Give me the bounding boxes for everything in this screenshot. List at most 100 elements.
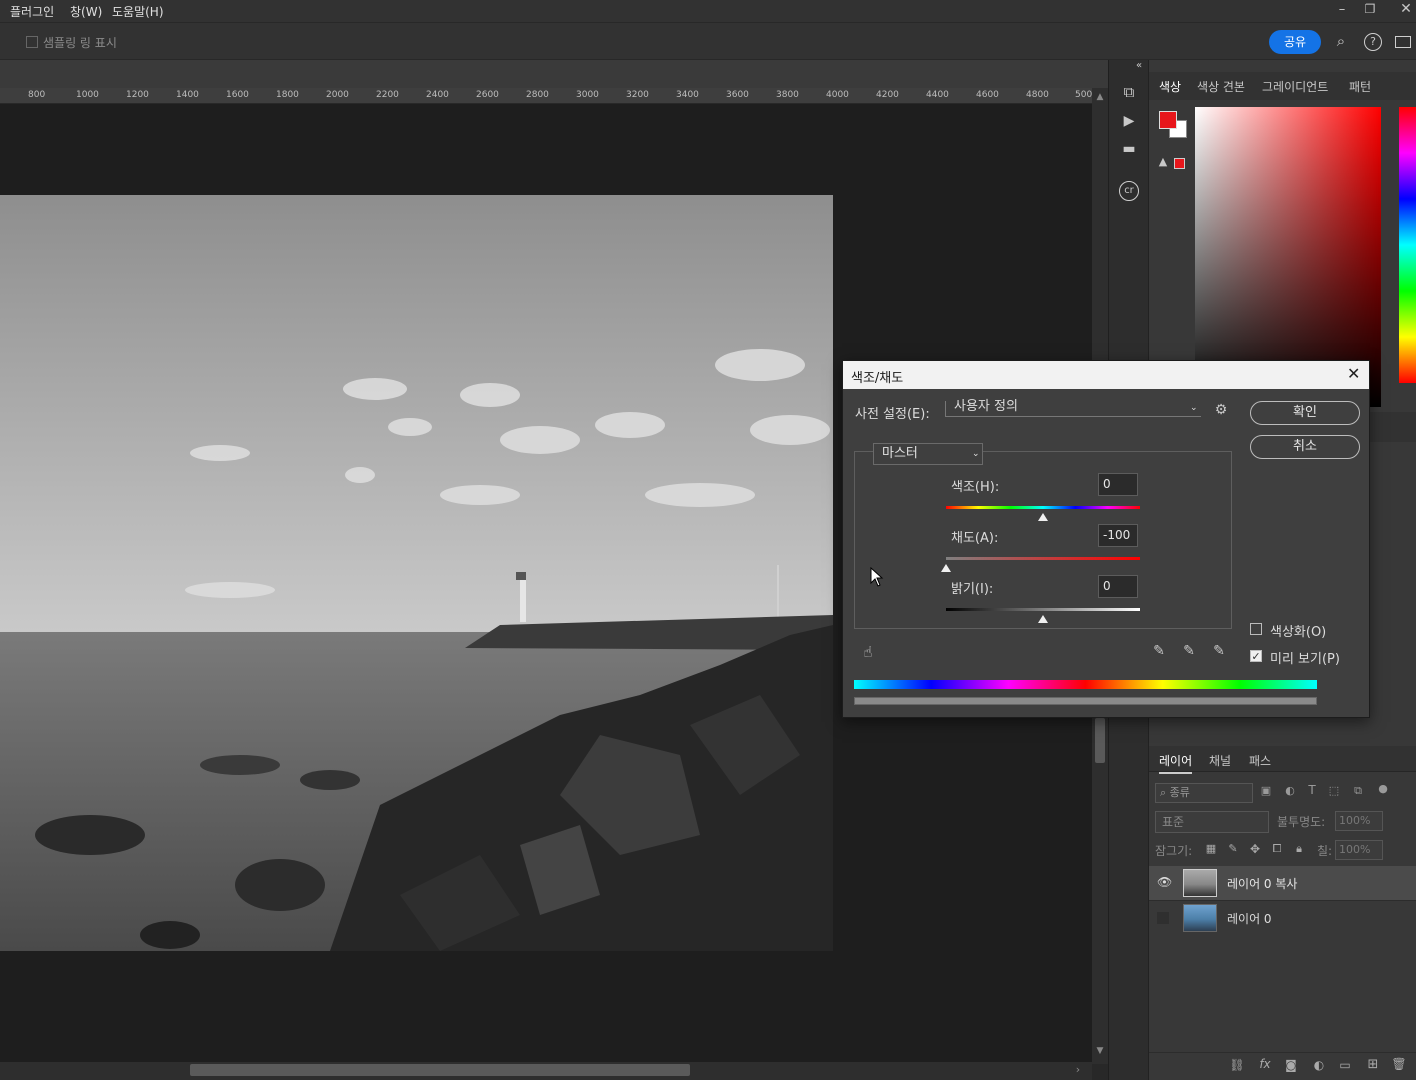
layer-style-fx-icon[interactable]: fx [1257,1057,1273,1071]
cancel-button[interactable]: 취소 [1250,435,1360,459]
gear-icon[interactable]: ⚙ [1213,402,1229,418]
collapse-panels-icon[interactable]: « [1133,60,1145,71]
layer-name[interactable]: 레이어 0 복사 [1227,875,1297,892]
filter-shape-icon[interactable]: ⬚ [1327,784,1341,797]
vertical-scroll-thumb[interactable] [1095,718,1105,763]
dialog-title-bar[interactable]: 색조/채도 ✕ [843,361,1369,389]
new-layer-icon[interactable]: ⊞ [1365,1057,1381,1072]
preview-checkbox[interactable]: ✓ [1250,650,1262,662]
saturation-slider-track[interactable] [946,557,1140,560]
scroll-down-icon[interactable]: ▼ [1094,1046,1106,1056]
opacity-input[interactable]: 100% [1335,811,1383,831]
menu-plugins[interactable]: 플러그인 [10,3,54,20]
blend-mode-select[interactable]: 표준 [1155,811,1269,833]
targeted-adjustment-hand-icon[interactable]: ☝ [859,643,877,661]
chevron-down-icon: ⌄ [972,449,980,459]
search-icon[interactable]: ⌕ [1332,32,1350,50]
ruler-label: 3600 [726,90,749,100]
tab-swatches[interactable]: 색상 견본 [1197,78,1245,95]
scroll-right-icon[interactable]: › [1072,1063,1084,1076]
colorize-checkbox[interactable] [1250,623,1262,635]
lock-pixels-icon[interactable]: ✎ [1227,842,1239,855]
lock-position-icon[interactable]: ✥ [1249,842,1261,856]
horizontal-ruler: 800 1000 1200 1400 1600 1800 2000 2200 2… [0,88,1092,104]
lightness-input[interactable]: 0 [1098,575,1138,598]
share-button[interactable]: 공유 [1269,30,1321,54]
gamut-color-swatch[interactable] [1174,158,1185,169]
foreground-color-swatch[interactable] [1159,111,1177,129]
filter-type-icon[interactable]: T [1305,783,1319,797]
lock-all-icon[interactable]: 🔒︎ [1293,842,1305,856]
adjustment-layer-icon[interactable]: ◐ [1311,1058,1327,1072]
horizontal-scroll-thumb[interactable] [190,1064,690,1076]
lock-artboard-icon[interactable]: ⧠ [1271,842,1283,856]
new-group-icon[interactable]: ▭ [1337,1058,1353,1072]
ruler-label: 500 [1075,90,1093,100]
actions-play-icon[interactable]: ▶ [1119,113,1139,129]
tab-paths[interactable]: 패스 [1249,752,1271,769]
lightness-slider-thumb[interactable] [1038,615,1048,623]
visibility-off-box[interactable] [1157,912,1169,924]
close-window-icon[interactable]: ✕ [1398,1,1414,17]
preset-label: 사전 설정(E): [855,407,930,422]
hue-slider-track[interactable] [946,506,1140,509]
tab-color[interactable]: 색상 [1159,78,1181,95]
preview-label: 미리 보기(P) [1270,652,1340,667]
filter-pixel-icon[interactable]: ▣ [1259,784,1273,797]
cc-libraries-icon[interactable]: cr [1119,181,1139,201]
saturation-input[interactable]: -100 [1098,524,1138,547]
menu-help[interactable]: 도움말(H) [112,3,164,20]
filter-adjustment-icon[interactable]: ◐ [1283,784,1297,797]
filter-toggle-icon[interactable]: ● [1377,782,1389,795]
ruler-label: 3400 [676,90,699,100]
ruler-label: 800 [28,90,46,100]
menu-window[interactable]: 창(W) [70,3,102,20]
ruler-label: 3000 [576,90,599,100]
lock-transparency-icon[interactable]: ▦ [1205,842,1217,855]
help-icon[interactable]: ? [1364,33,1382,51]
close-icon[interactable]: ✕ [1347,364,1360,383]
history-icon[interactable]: ⧉ [1119,83,1139,101]
hue-input[interactable]: 0 [1098,473,1138,496]
out-of-gamut-warning-icon[interactable]: ▲ [1157,155,1169,168]
comments-icon[interactable]: ▬ [1119,141,1139,157]
eyedropper-icon[interactable]: ✎ [1151,643,1167,659]
tab-patterns[interactable]: 패턴 [1349,78,1371,95]
preset-value: 사용자 정의 [954,399,1018,414]
link-layers-icon[interactable]: ⛓︎ [1229,1058,1245,1072]
document-image[interactable] [0,195,833,951]
sampling-ring-checkbox[interactable] [26,36,38,48]
tab-gradients[interactable]: 그레이디언트 [1262,78,1328,95]
eyedropper-subtract-icon[interactable]: ✎ [1211,643,1227,659]
channel-select[interactable]: 마스터 ⌄ [873,443,983,465]
tab-channels[interactable]: 채널 [1209,752,1231,769]
hue-slider-thumb[interactable] [1038,513,1048,521]
layer-row[interactable]: 👁︎ 레이어 0 복사 [1149,866,1416,900]
restore-icon[interactable]: ❐ [1362,2,1378,16]
ruler-label: 3800 [776,90,799,100]
layer-row[interactable]: 레이어 0 [1149,900,1416,934]
ruler-label: 2000 [326,90,349,100]
preset-select[interactable]: 사용자 정의 ⌄ [945,399,1201,417]
ruler-label: 4800 [1026,90,1049,100]
ok-button[interactable]: 확인 [1250,401,1360,425]
fill-input[interactable]: 100% [1335,840,1383,860]
scroll-up-icon[interactable]: ▲ [1094,92,1106,102]
lightness-slider-track[interactable] [946,608,1140,611]
hue-slider[interactable] [1399,107,1416,383]
layer-filter-select[interactable]: ⌕ 종류 [1155,783,1253,803]
visibility-eye-icon[interactable]: 👁︎ [1157,875,1172,889]
eyedropper-add-icon[interactable]: ✎ [1181,643,1197,659]
horizontal-scrollbar[interactable]: › [0,1062,1092,1080]
saturation-slider-thumb[interactable] [941,564,951,572]
add-mask-icon[interactable]: ◙ [1283,1058,1299,1072]
ruler-label: 2600 [476,90,499,100]
minimize-icon[interactable]: – [1334,2,1350,17]
delete-layer-icon[interactable]: 🗑︎ [1391,1057,1407,1071]
tab-layers[interactable]: 레이어 [1159,752,1193,774]
layers-footer: ⛓︎ fx ◙ ◐ ▭ ⊞ 🗑︎ [1149,1052,1416,1080]
workspace-icon[interactable] [1395,36,1411,48]
ruler-label: 3200 [626,90,649,100]
layer-name[interactable]: 레이어 0 [1227,910,1272,927]
filter-smart-object-icon[interactable]: ⧉ [1351,784,1365,798]
